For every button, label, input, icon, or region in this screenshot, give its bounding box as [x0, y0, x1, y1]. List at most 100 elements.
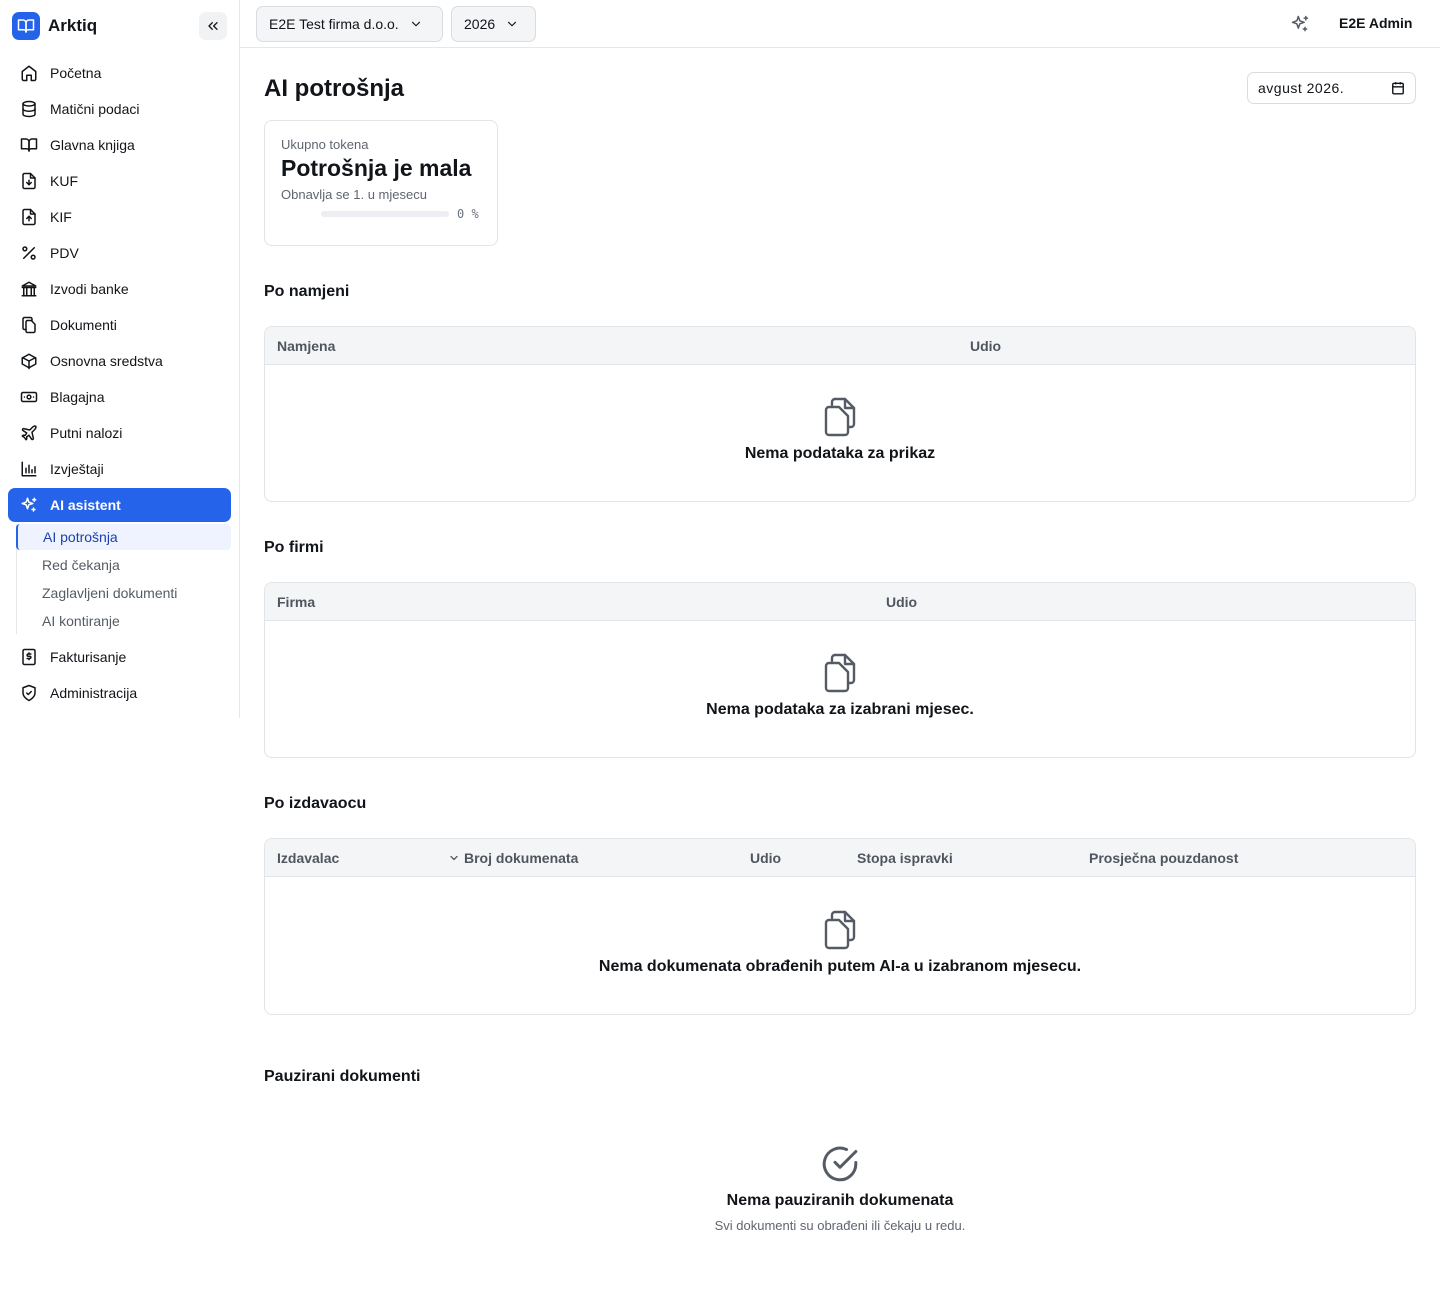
sidebar-nav: Početna Matični podaci Glavna knjiga KUF…: [8, 56, 231, 712]
company-select[interactable]: E2E Test firma d.o.o.: [256, 6, 443, 42]
topbar: E2E Test firma d.o.o. 2026 E2E Admin: [240, 0, 1440, 48]
column-header-prosjecna-pouzdanost[interactable]: Prosječna pouzdanost: [1089, 850, 1238, 866]
sidebar-item-label: Osnovna sredstva: [50, 353, 163, 369]
card-subtitle: Obnavlja se 1. u mjesecu: [281, 187, 427, 202]
sidebar-item-label: KUF: [50, 173, 78, 189]
subnav-item-ai-potrosnja[interactable]: AI potrošnja: [16, 524, 231, 550]
column-header-udio[interactable]: Udio: [970, 338, 1001, 354]
month-picker-value: avgust 2026.: [1258, 80, 1345, 96]
column-header-firma[interactable]: Firma: [277, 594, 315, 610]
section-title-po-namjeni: Po namjeni: [264, 283, 350, 300]
sidebar-item-administracija[interactable]: Administracija: [8, 676, 231, 710]
cash-icon: [20, 391, 38, 403]
card-value: Potrošnja je mala: [281, 155, 472, 181]
sidebar-item-maticni-podaci[interactable]: Matični podaci: [8, 92, 231, 126]
sidebar-item-izvjestaji[interactable]: Izvještaji: [8, 452, 231, 486]
table-header: Izdavalac Broj dokumenata Udio Stopa isp…: [265, 839, 1415, 877]
sidebar-item-label: Glavna knjiga: [50, 137, 135, 153]
user-menu[interactable]: E2E Admin: [1339, 15, 1412, 31]
sidebar-item-kuf[interactable]: KUF: [8, 164, 231, 198]
ai-subnav: AI potrošnja Red čekanja Zaglavljeni dok…: [16, 524, 231, 634]
ai-assistant-button[interactable]: [1288, 12, 1312, 36]
sidebar-item-ai-asistent[interactable]: AI asistent: [8, 488, 231, 522]
empty-state: Nema dokumenata obrađenih putem AI-a u i…: [265, 877, 1415, 976]
sidebar-item-label: Administracija: [50, 685, 138, 701]
issuer-table: Izdavalac Broj dokumenata Udio Stopa isp…: [264, 838, 1416, 1015]
collapse-sidebar-button[interactable]: [199, 12, 227, 40]
shield-icon: [22, 684, 36, 702]
section-title-po-firmi: Po firmi: [264, 539, 324, 556]
documents-icon: [824, 653, 856, 693]
sidebar-item-osnovna-sredstva[interactable]: Osnovna sredstva: [8, 344, 231, 378]
sidebar-item-label: Dokumenti: [50, 317, 117, 333]
section-title-po-izdavaocu: Po izdavaocu: [264, 795, 367, 812]
section-title-pauzirani-dokumenti: Pauzirani dokumenti: [264, 1068, 421, 1085]
sidebar-item-fakturisanje[interactable]: Fakturisanje: [8, 640, 231, 674]
sidebar-item-izvodi-banke[interactable]: Izvodi banke: [8, 272, 231, 306]
database-icon: [22, 100, 36, 118]
empty-state: Nema podataka za izabrani mjesec.: [265, 621, 1415, 719]
empty-state: Nema podataka za prikaz: [265, 365, 1415, 463]
sidebar-item-label: Putni nalozi: [50, 425, 123, 441]
sidebar-item-blagajna[interactable]: Blagajna: [8, 380, 231, 414]
sidebar-item-kif[interactable]: KIF: [8, 200, 231, 234]
sidebar-item-glavna-knjiga[interactable]: Glavna knjiga: [8, 128, 231, 162]
progress-text: 0 %: [457, 207, 479, 221]
documents-icon: [824, 910, 856, 950]
box-icon: [21, 353, 37, 370]
token-usage-card: Ukupno tokena Potrošnja je mala Obnavlja…: [264, 120, 498, 246]
card-label: Ukupno tokena: [281, 137, 369, 152]
bank-icon: [21, 281, 37, 297]
bar-chart-icon: [21, 461, 37, 477]
sidebar-item-putni-nalozi[interactable]: Putni nalozi: [8, 416, 231, 450]
month-picker[interactable]: avgust 2026.: [1247, 72, 1416, 104]
sidebar-item-label: Početna: [50, 65, 102, 81]
book-icon: [20, 138, 38, 152]
company-table: Firma Udio Nema podataka za izabrani mje…: [264, 582, 1416, 758]
purpose-table: Namjena Udio Nema podataka za prikaz: [264, 326, 1416, 502]
sidebar-item-label: Blagajna: [50, 389, 105, 405]
page-title: AI potrošnja: [264, 75, 405, 102]
sidebar-item-label: Matični podaci: [50, 101, 140, 117]
book-logo-icon: [12, 12, 40, 40]
sidebar-item-label: KIF: [50, 209, 72, 225]
empty-state-subtext: Svi dokumenti su obrađeni ili čekaju u r…: [714, 1218, 966, 1233]
documents-icon: [824, 397, 856, 437]
chevron-down-icon: [411, 21, 420, 27]
subnav-item-ai-kontiranje[interactable]: AI kontiranje: [16, 608, 231, 634]
sidebar-item-pocetna[interactable]: Početna: [8, 56, 231, 90]
home-icon: [21, 65, 37, 82]
column-header-udio[interactable]: Udio: [886, 594, 917, 610]
year-select-value: 2026: [464, 16, 496, 32]
sort-desc-icon: [450, 855, 458, 861]
subnav-item-zaglavljeni-dokumenti[interactable]: Zaglavljeni dokumenti: [16, 580, 231, 606]
table-header: Namjena Udio: [265, 327, 1415, 365]
company-select-value: E2E Test firma d.o.o.: [269, 16, 399, 32]
empty-state-text: Nema pauziranih dokumenata: [726, 1192, 954, 1209]
sidebar-item-label: Izvodi banke: [50, 281, 129, 297]
subnav-item-red-cekanja[interactable]: Red čekanja: [16, 552, 231, 578]
app-name: Arktiq: [48, 16, 98, 35]
empty-state-text: Nema podataka za prikaz: [744, 445, 936, 462]
column-header-stopa-ispravki[interactable]: Stopa ispravki: [857, 850, 953, 866]
year-select[interactable]: 2026: [451, 6, 536, 42]
sidebar-item-pdv[interactable]: PDV: [8, 236, 231, 270]
sidebar-item-label: Fakturisanje: [50, 649, 127, 665]
sidebar-item-dokumenti[interactable]: Dokumenti: [8, 308, 231, 342]
sidebar-item-label: PDV: [50, 245, 79, 261]
column-header-izdavalac[interactable]: Izdavalac: [277, 850, 339, 866]
file-upload-icon: [22, 208, 36, 226]
sidebar-item-label: AI asistent: [50, 497, 121, 513]
column-header-udio[interactable]: Udio: [750, 850, 781, 866]
plane-icon: [21, 425, 37, 441]
brand[interactable]: Arktiq: [12, 12, 97, 40]
usage-progress: 0 %: [281, 207, 481, 221]
column-header-namjena[interactable]: Namjena: [277, 338, 335, 354]
file-download-icon: [22, 172, 36, 190]
check-circle-icon: [822, 1146, 858, 1182]
column-header-broj-dokumenata[interactable]: Broj dokumenata: [448, 850, 578, 866]
chevrons-left-icon: [208, 21, 218, 30]
progress-track: [321, 211, 449, 217]
sparkles-icon: [1291, 15, 1309, 32]
sidebar-item-label: Izvještaji: [50, 461, 104, 477]
